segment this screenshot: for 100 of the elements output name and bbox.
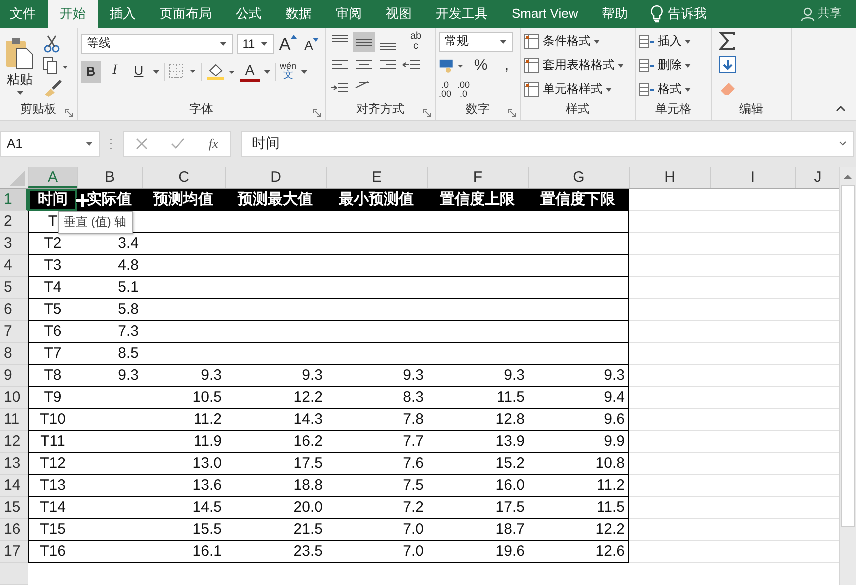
column-header[interactable]: B xyxy=(77,167,142,188)
table-cell: 5.1 xyxy=(77,277,142,299)
bold-button[interactable]: B xyxy=(81,60,101,83)
row-header[interactable]: 6 xyxy=(0,299,28,321)
row-header[interactable]: 10 xyxy=(0,387,28,409)
dropdown-caret-icon[interactable] xyxy=(220,42,227,46)
row-header[interactable]: 13 xyxy=(0,453,28,475)
table-cell: 7.0 xyxy=(326,519,427,541)
lightbulb-icon xyxy=(650,4,664,23)
header-cell: 实际值 xyxy=(77,189,142,211)
header-cell: 预测均值 xyxy=(142,189,225,211)
column-header[interactable]: I xyxy=(710,167,795,188)
row-header[interactable]: 14 xyxy=(0,475,28,497)
row-header[interactable]: 17 xyxy=(0,541,28,563)
style-menu-button[interactable]: 单元格样式 xyxy=(524,80,632,100)
name-box[interactable]: A1 xyxy=(0,130,100,157)
cells-menu-button[interactable]: 删除 xyxy=(639,56,708,76)
table-cell: 7.0 xyxy=(326,541,427,563)
header-cell: 最小预测值 xyxy=(326,189,427,211)
wrap-text-button[interactable]: ab c xyxy=(401,32,431,52)
table-cell: T6 xyxy=(28,321,77,343)
row-header[interactable]: 8 xyxy=(0,343,28,365)
font-size-field[interactable]: 11 xyxy=(236,34,274,54)
borders-icon[interactable] xyxy=(169,64,197,80)
dropdown-caret-icon xyxy=(685,64,691,68)
phonetic-guide-button[interactable]: wén 文 xyxy=(280,62,297,82)
sum-icon[interactable] xyxy=(719,32,737,50)
column-header[interactable]: E xyxy=(326,167,427,188)
grow-font-button[interactable]: A xyxy=(278,32,298,55)
column-header[interactable]: F xyxy=(427,167,528,188)
row-header[interactable]: 9 xyxy=(0,365,28,387)
expand-caret-icon[interactable] xyxy=(839,141,847,146)
group-label: 数字 xyxy=(466,101,490,118)
cells-icon xyxy=(639,82,655,98)
column-header[interactable]: C xyxy=(142,167,225,188)
scrollbar-thumb[interactable] xyxy=(841,185,855,527)
table-cell: T3 xyxy=(28,255,77,277)
table-cell: 7.7 xyxy=(326,431,427,453)
italic-button[interactable]: I xyxy=(105,60,125,83)
group-label: 字体 xyxy=(190,101,214,118)
insert-function-button[interactable]: fx xyxy=(208,136,218,152)
header-cell: 预测最大值 xyxy=(225,189,326,211)
column-header[interactable]: G xyxy=(528,167,629,188)
comma-button[interactable]: , xyxy=(497,54,517,77)
tell-me-button[interactable]: 告诉我 xyxy=(640,0,718,28)
row-header[interactable]: 11 xyxy=(0,409,28,431)
row-header[interactable]: 4 xyxy=(0,255,28,277)
dropdown-caret-icon xyxy=(618,64,624,68)
table-cell: 9.6 xyxy=(528,409,629,431)
cells-menu-button[interactable]: 格式 xyxy=(639,80,708,100)
decrease-decimal-button[interactable]: .00 .0 xyxy=(458,80,470,99)
paintbrush-icon[interactable] xyxy=(43,78,63,97)
align-icon[interactable] xyxy=(353,32,375,52)
underline-button[interactable]: U xyxy=(129,60,149,83)
column-header[interactable]: D xyxy=(225,167,326,188)
copy-icon[interactable] xyxy=(43,56,69,75)
dropdown-caret-icon[interactable] xyxy=(261,42,268,46)
percent-button[interactable]: % xyxy=(471,54,491,77)
table-cell: 20.0 xyxy=(225,497,326,519)
dialog-launcher-icon[interactable] xyxy=(423,108,431,117)
style-menu-button[interactable]: 条件格式 xyxy=(524,32,632,52)
font-color-button[interactable]: A xyxy=(240,62,260,82)
column-header[interactable]: H xyxy=(629,167,710,188)
formula-field[interactable]: 时间 xyxy=(241,130,854,157)
row-header[interactable]: 2 xyxy=(0,211,28,233)
dialog-launcher-icon[interactable] xyxy=(508,108,516,117)
cells-menu-button[interactable]: 插入 xyxy=(639,32,708,52)
font-name-field[interactable]: 等线 xyxy=(81,34,233,54)
dropdown-caret-icon[interactable] xyxy=(500,40,507,44)
dropdown-caret-icon[interactable] xyxy=(86,142,93,146)
dropdown-caret-icon xyxy=(16,90,24,95)
column-header[interactable]: A xyxy=(28,167,77,188)
increase-decimal-button[interactable]: .0 .00 xyxy=(439,80,452,99)
dropdown-caret-icon xyxy=(685,40,691,44)
number-format-field[interactable]: 常规 xyxy=(439,32,513,52)
scissors-icon[interactable] xyxy=(43,34,61,53)
share-button[interactable]: 共享 xyxy=(801,0,856,28)
cells-icon xyxy=(639,34,655,50)
row-header[interactable]: 16 xyxy=(0,519,28,541)
table-cell: 16.1 xyxy=(142,541,225,563)
row-header[interactable]: 15 xyxy=(0,497,28,519)
ribbon-tab[interactable]: 开始 xyxy=(48,0,98,28)
checkmark-icon[interactable] xyxy=(171,138,186,150)
clipboard-icon xyxy=(5,36,35,69)
row-header[interactable]: 5 xyxy=(0,277,28,299)
fill-down-icon[interactable] xyxy=(719,56,737,74)
collapse-ribbon-icon[interactable] xyxy=(836,106,846,112)
paste-button[interactable]: 粘贴 xyxy=(3,34,37,97)
fill-color-icon[interactable] xyxy=(206,62,236,81)
style-menu-button[interactable]: 套用表格格式 xyxy=(524,56,632,76)
row-header[interactable]: 1 xyxy=(0,189,28,211)
dialog-launcher-icon[interactable] xyxy=(313,108,321,117)
dialog-launcher-icon[interactable] xyxy=(65,108,73,117)
row-header[interactable]: 7 xyxy=(0,321,28,343)
shrink-font-button[interactable]: A xyxy=(302,32,322,55)
row-header[interactable]: 12 xyxy=(0,431,28,453)
table-cell: 11.2 xyxy=(528,475,629,497)
table-cell: 13.0 xyxy=(142,453,225,475)
table-cell: T10 xyxy=(28,409,77,431)
row-header[interactable]: 3 xyxy=(0,233,28,255)
